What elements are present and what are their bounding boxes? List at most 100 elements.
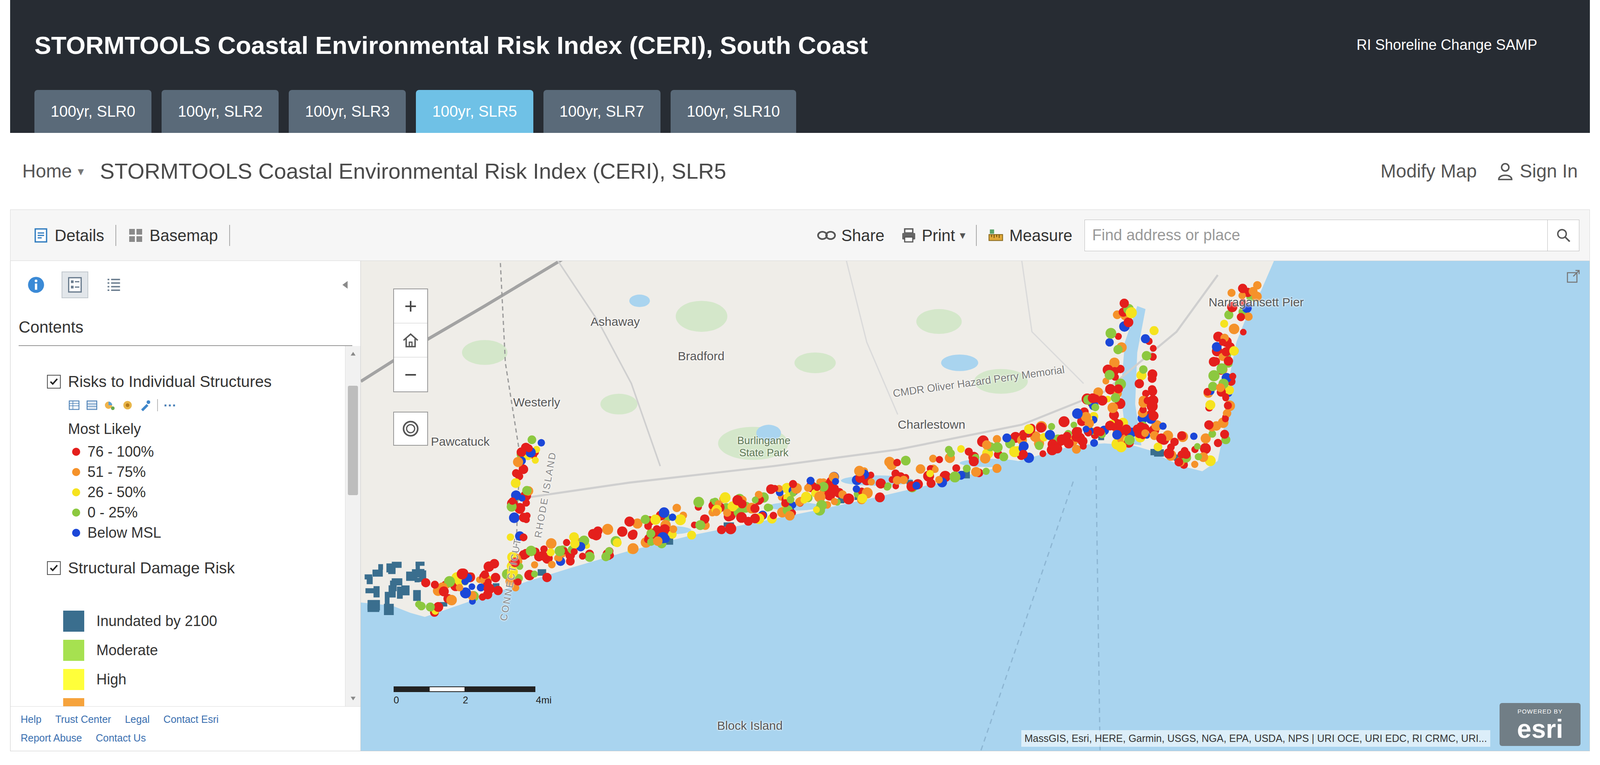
risk-marker[interactable] xyxy=(1139,365,1148,374)
layer-header[interactable]: Structural Damage Risk xyxy=(46,556,346,580)
magnifier-icon[interactable] xyxy=(1555,227,1572,243)
risk-marker[interactable] xyxy=(843,493,855,505)
risk-marker[interactable] xyxy=(1082,425,1090,433)
risk-marker[interactable] xyxy=(1149,325,1159,335)
panel-button[interactable] xyxy=(100,271,128,299)
risk-marker[interactable] xyxy=(800,496,808,504)
risk-marker[interactable] xyxy=(752,496,759,504)
risk-marker[interactable] xyxy=(1035,422,1047,433)
risk-marker[interactable] xyxy=(1204,419,1214,430)
risk-marker[interactable] xyxy=(962,464,971,473)
risk-marker[interactable] xyxy=(1177,430,1189,442)
risk-marker[interactable] xyxy=(1223,356,1234,366)
risk-marker[interactable] xyxy=(1019,433,1027,441)
risk-marker[interactable] xyxy=(769,511,778,519)
risk-marker[interactable] xyxy=(509,512,520,523)
risk-marker[interactable] xyxy=(1087,393,1098,403)
risk-marker[interactable] xyxy=(874,492,885,502)
risk-marker[interactable] xyxy=(1039,449,1047,457)
table-icon[interactable] xyxy=(68,398,81,412)
risk-marker[interactable] xyxy=(1190,460,1199,468)
risk-marker[interactable] xyxy=(1141,429,1149,437)
risk-marker[interactable] xyxy=(935,475,943,484)
risk-marker[interactable] xyxy=(1024,423,1034,434)
risk-marker[interactable] xyxy=(1058,415,1070,427)
risk-marker[interactable] xyxy=(1208,356,1219,367)
risk-marker[interactable] xyxy=(547,560,556,569)
risk-marker[interactable] xyxy=(935,455,944,463)
risk-marker[interactable] xyxy=(516,447,527,457)
collapse-icon[interactable] xyxy=(341,279,349,290)
tab-label[interactable]: 100yr, SLR3 xyxy=(304,100,390,124)
risk-marker[interactable] xyxy=(926,469,934,478)
risk-marker[interactable] xyxy=(542,572,552,582)
risk-marker[interactable] xyxy=(510,477,521,488)
zoom-out-button[interactable]: − xyxy=(394,357,428,392)
measure-button[interactable]: Measure xyxy=(987,223,1073,248)
risk-marker[interactable] xyxy=(1119,298,1130,308)
risk-marker[interactable] xyxy=(1159,421,1167,430)
risk-marker[interactable] xyxy=(982,467,990,475)
home-link[interactable]: Home xyxy=(22,157,73,186)
risk-marker[interactable] xyxy=(813,506,821,514)
footer-link[interactable]: Contact Esri xyxy=(163,711,219,727)
tab[interactable]: 100yr, SLR10 xyxy=(670,89,797,133)
risk-marker[interactable] xyxy=(1048,422,1056,431)
risk-marker[interactable] xyxy=(992,463,1002,473)
risk-marker[interactable] xyxy=(1071,426,1082,437)
risk-marker[interactable] xyxy=(640,514,650,524)
risk-marker[interactable] xyxy=(693,496,705,508)
risk-marker[interactable] xyxy=(1134,378,1145,388)
risk-marker[interactable] xyxy=(1063,438,1074,448)
risk-marker[interactable] xyxy=(1156,433,1167,444)
risk-marker[interactable] xyxy=(1114,419,1123,428)
risk-marker[interactable] xyxy=(480,570,490,579)
risk-marker[interactable] xyxy=(784,510,795,521)
risk-marker[interactable] xyxy=(521,485,532,495)
risk-marker[interactable] xyxy=(1112,429,1122,439)
risk-marker[interactable] xyxy=(1149,344,1157,352)
basemap-button[interactable]: Basemap xyxy=(123,223,222,248)
risk-marker[interactable] xyxy=(672,503,682,512)
risk-marker[interactable] xyxy=(650,514,661,525)
risk-marker[interactable] xyxy=(1148,384,1157,394)
sign-in-link[interactable]: Sign In xyxy=(1519,157,1578,186)
risk-marker[interactable] xyxy=(489,558,499,569)
risk-marker[interactable] xyxy=(1228,323,1240,335)
list-icon[interactable] xyxy=(104,275,123,294)
risk-marker[interactable] xyxy=(830,497,839,505)
print-label[interactable]: Print xyxy=(921,223,955,248)
footer-link[interactable]: Trust Center xyxy=(55,711,111,727)
risk-marker[interactable] xyxy=(724,522,737,535)
risk-marker[interactable] xyxy=(1110,392,1121,403)
scroll-up-icon[interactable] xyxy=(349,351,357,356)
risk-marker[interactable] xyxy=(1163,447,1175,459)
risk-marker[interactable] xyxy=(749,513,760,524)
risk-marker[interactable] xyxy=(1213,438,1222,447)
risk-marker[interactable] xyxy=(455,583,464,591)
risk-marker[interactable] xyxy=(1205,399,1216,410)
risk-marker[interactable] xyxy=(525,545,537,557)
risk-marker[interactable] xyxy=(1148,410,1159,421)
tab-label[interactable]: 100yr, SLR5 xyxy=(432,100,517,124)
risk-marker[interactable] xyxy=(530,570,538,578)
modify-map-link[interactable]: Modify Map xyxy=(1380,157,1477,186)
risk-marker[interactable] xyxy=(1044,429,1055,440)
locate-icon[interactable] xyxy=(400,418,421,439)
scroll-down-icon[interactable] xyxy=(349,695,357,701)
risk-marker[interactable] xyxy=(519,512,529,522)
filter-icon[interactable] xyxy=(121,398,134,412)
expand-icon[interactable] xyxy=(1565,268,1581,284)
risk-marker[interactable] xyxy=(1105,327,1117,339)
risk-marker[interactable] xyxy=(1237,283,1248,293)
risk-marker[interactable] xyxy=(857,493,868,503)
risk-marker[interactable] xyxy=(999,451,1009,461)
risk-marker[interactable] xyxy=(899,475,908,484)
risk-marker[interactable] xyxy=(1194,442,1201,450)
risk-marker[interactable] xyxy=(658,507,670,518)
layer-title[interactable]: Structural Damage Risk xyxy=(68,556,235,580)
risk-marker[interactable] xyxy=(1009,445,1021,457)
risk-marker[interactable] xyxy=(695,519,706,530)
risk-marker[interactable] xyxy=(806,476,815,485)
share-button[interactable]: Share xyxy=(816,223,885,248)
